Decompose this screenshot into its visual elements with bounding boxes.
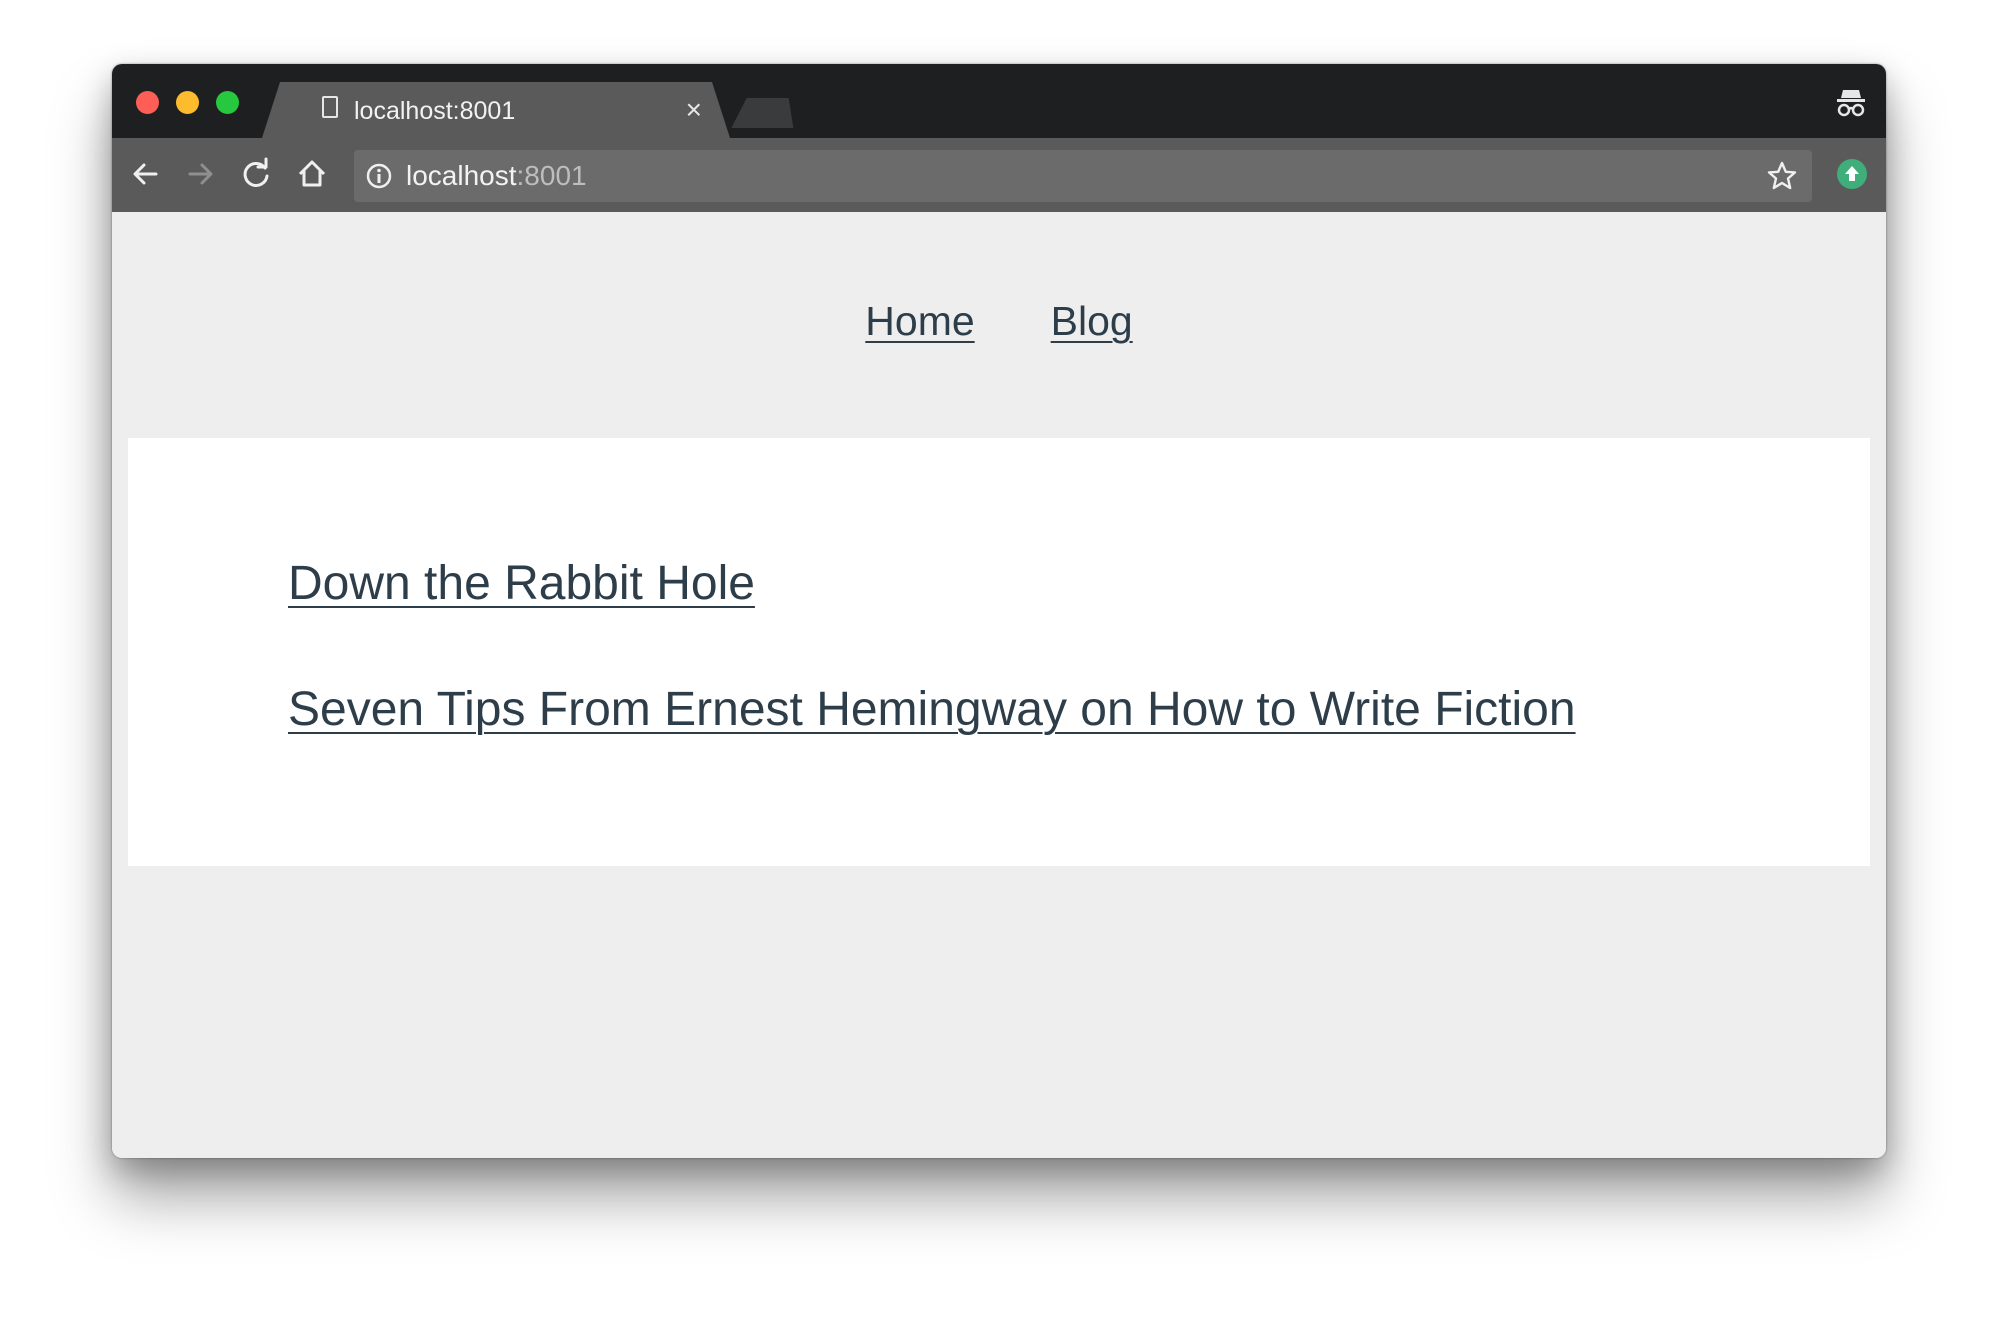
tab-close-button[interactable]: × xyxy=(686,93,702,127)
home-icon[interactable] xyxy=(292,154,332,194)
browser-window: localhost:8001 × localhost:8001 Home Blo… xyxy=(112,64,1886,1158)
reload-icon[interactable] xyxy=(236,154,276,194)
address-bar[interactable]: localhost:8001 xyxy=(354,150,1812,202)
document-icon xyxy=(322,96,338,118)
browser-toolbar: localhost:8001 xyxy=(112,138,1886,212)
upload-extension-icon[interactable] xyxy=(1836,158,1868,190)
list-item: Down the Rabbit Hole xyxy=(288,556,1576,612)
url-port: :8001 xyxy=(516,160,587,191)
info-icon[interactable] xyxy=(366,163,392,189)
minimize-window-button[interactable] xyxy=(176,91,199,114)
list-item: Seven Tips From Ernest Hemingway on How … xyxy=(288,682,1576,738)
url-host: localhost xyxy=(406,160,517,191)
tab-active[interactable]: localhost:8001 × xyxy=(262,82,730,138)
forward-arrow-icon[interactable] xyxy=(180,154,220,194)
post-list: Down the Rabbit Hole Seven Tips From Ern… xyxy=(288,556,1576,808)
nav-link-home[interactable]: Home xyxy=(865,298,974,344)
back-arrow-icon[interactable] xyxy=(126,154,166,194)
new-tab-button[interactable] xyxy=(731,98,798,128)
post-link[interactable]: Down the Rabbit Hole xyxy=(288,557,755,610)
maximize-window-button[interactable] xyxy=(216,91,239,114)
tab-title: localhost:8001 xyxy=(354,97,516,125)
star-icon[interactable] xyxy=(1766,160,1798,192)
post-link[interactable]: Seven Tips From Ernest Hemingway on How … xyxy=(288,683,1576,736)
nav-link-blog[interactable]: Blog xyxy=(1051,298,1133,344)
incognito-icon xyxy=(1837,90,1865,117)
page-viewport: Home Blog Down the Rabbit Hole Seven Tips… xyxy=(112,212,1886,1158)
close-window-button[interactable] xyxy=(136,91,159,114)
address-bar-url: localhost:8001 xyxy=(406,160,587,192)
site-nav: Home Blog xyxy=(112,296,1886,346)
tab-strip: localhost:8001 × xyxy=(112,64,1886,138)
post-list-card: Down the Rabbit Hole Seven Tips From Ern… xyxy=(128,438,1870,866)
